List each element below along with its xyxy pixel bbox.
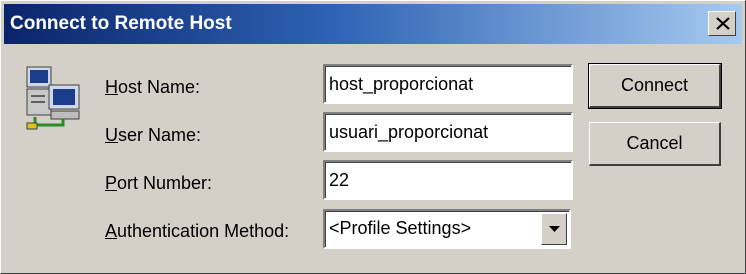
networked-computers-icon — [26, 66, 80, 130]
port-number-label: Port Number: — [105, 173, 213, 193]
port-number-field[interactable] — [323, 160, 573, 200]
authentication-method-value: <Profile Settings> — [329, 218, 472, 238]
title-bar[interactable]: Connect to Remote Host — [4, 4, 742, 44]
dialog-title: Connect to Remote Host — [10, 13, 232, 34]
dropdown-arrow-icon — [549, 226, 560, 232]
authentication-method-label: Authentication Method: — [105, 221, 290, 241]
close-button[interactable] — [708, 11, 736, 36]
connect-dialog: Connect to Remote Host Host Name: User N… — [0, 0, 746, 274]
connect-button[interactable]: Connect — [588, 63, 722, 109]
close-icon — [716, 17, 730, 30]
host-name-field[interactable] — [323, 64, 573, 104]
user-name-label: User Name: — [105, 125, 202, 145]
authentication-method-select[interactable]: <Profile Settings> — [323, 209, 571, 249]
authentication-method-dropdown-button[interactable] — [541, 213, 567, 245]
host-name-input[interactable] — [329, 72, 565, 96]
user-name-input[interactable] — [329, 120, 565, 144]
host-name-label: Host Name: — [105, 77, 201, 97]
cancel-button[interactable]: Cancel — [589, 122, 721, 166]
user-name-field[interactable] — [323, 112, 573, 152]
port-number-input[interactable] — [329, 168, 565, 192]
